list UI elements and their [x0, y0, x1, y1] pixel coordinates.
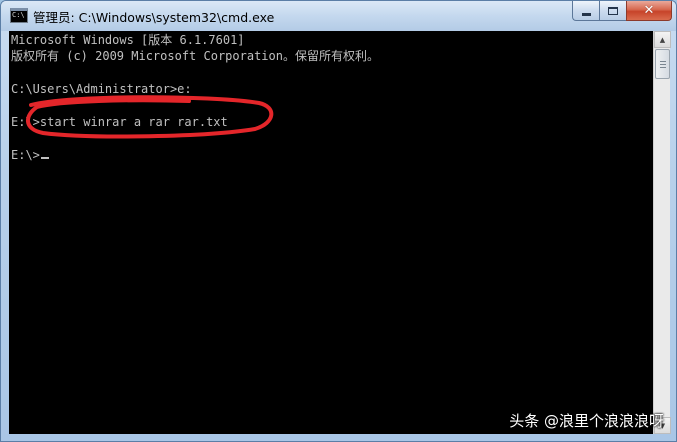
scroll-up-icon: ▲ — [659, 35, 666, 44]
scroll-thumb[interactable] — [655, 49, 670, 79]
window-controls: ✕ — [572, 1, 672, 21]
prompt-text: E:\> — [11, 148, 40, 162]
minimize-icon — [581, 12, 591, 16]
maximize-button[interactable] — [599, 1, 626, 21]
minimize-button[interactable] — [572, 1, 599, 21]
console-line-prompt: E:\> — [11, 148, 49, 163]
console-line-version: Microsoft Windows [版本 6.1.7601] — [11, 33, 245, 47]
console-line-copyright: 版权所有 (c) 2009 Microsoft Corporation。保留所有… — [11, 49, 379, 63]
thumb-grip-line — [660, 64, 666, 65]
console-line-change-drive: C:\Users\Administrator>e: — [11, 82, 192, 96]
close-button[interactable]: ✕ — [626, 1, 672, 21]
text-cursor — [40, 157, 49, 159]
scroll-up-button[interactable]: ▲ — [654, 31, 671, 48]
close-icon: ✕ — [643, 3, 655, 18]
cmd-icon-text: C:\ — [12, 11, 25, 19]
watermark: 头条 @浪里个浪浪浪呀 — [509, 412, 664, 430]
thumb-grip-line — [660, 67, 666, 68]
console-output[interactable]: Microsoft Windows [版本 6.1.7601] 版权所有 (c)… — [9, 31, 653, 434]
cmd-window: C:\ 管理员: C:\Windows\system32\cmd.exe ✕ M… — [0, 0, 677, 442]
cmd-icon[interactable]: C:\ — [10, 8, 28, 23]
window-title: 管理员: C:\Windows\system32\cmd.exe — [33, 10, 275, 25]
vertical-scrollbar[interactable]: ▲ ▼ — [653, 31, 671, 434]
console-line-winrar-command: E:\>start winrar a rar rar.txt — [11, 115, 228, 129]
title-bar[interactable]: C:\ 管理员: C:\Windows\system32\cmd.exe ✕ — [1, 1, 676, 31]
thumb-grip-line — [660, 61, 666, 62]
maximize-icon — [608, 6, 618, 15]
